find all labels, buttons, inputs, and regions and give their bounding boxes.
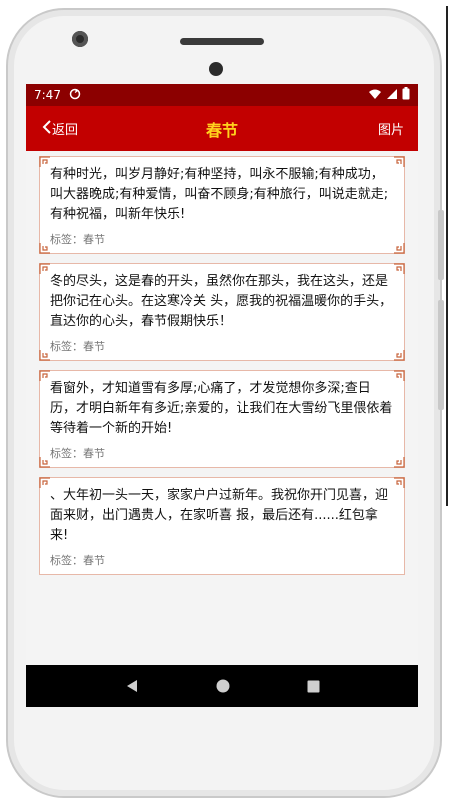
corner-ornament-icon	[39, 263, 50, 274]
corner-ornament-icon	[394, 156, 405, 167]
corner-ornament-icon	[39, 457, 50, 468]
card-text: 冬的尽头，这是春的开头，虽然你在那头，我在这头，还是把你记在心头。在这寒冷关 头…	[50, 274, 393, 329]
corner-ornament-icon	[394, 370, 405, 381]
corner-ornament-icon	[394, 457, 405, 468]
card-tag: 标签：春节	[50, 554, 105, 567]
list-item[interactable]: 冬的尽头，这是春的开头，虽然你在那头，我在这头，还是把你记在心头。在这寒冷关 头…	[39, 263, 405, 361]
battery-icon	[402, 87, 410, 103]
chevron-left-icon	[42, 119, 52, 138]
status-bar: 7:47	[26, 84, 418, 106]
corner-ornament-icon	[39, 477, 50, 488]
list-item[interactable]: 、大年初一头一天，家家户户过新年。我祝你开门见喜，迎面来财，出门遇贵人，在家听喜…	[39, 477, 405, 575]
volume-button	[438, 300, 444, 410]
signal-icon	[386, 88, 398, 103]
window-edge	[446, 6, 448, 506]
page-title: 春节	[205, 120, 238, 140]
wifi-icon	[368, 88, 382, 103]
app-bar: 返回 春节 图片	[26, 106, 418, 151]
list-item[interactable]: 看窗外，才知道雪有多厚;心痛了，才发觉想你多深;查日历，才明白新年有多近;亲爱的…	[39, 370, 405, 468]
system-nav-bar	[26, 665, 418, 707]
home-circle-icon[interactable]	[216, 679, 230, 693]
card-text: 、大年初一头一天，家家户户过新年。我祝你开门见喜，迎面来财，出门遇贵人，在家听喜…	[50, 488, 389, 543]
screen: 7:47 返回 春节 图片 有种时光，叫岁月静好;有种坚持，叫永不服输;有种成功…	[26, 84, 418, 707]
card-tag: 标签：春节	[50, 340, 105, 353]
recents-square-icon[interactable]	[307, 680, 320, 693]
corner-ornament-icon	[39, 350, 50, 361]
corner-ornament-icon	[39, 156, 50, 167]
back-label: 返回	[52, 123, 79, 138]
status-time: 7:47	[34, 88, 61, 102]
power-button	[438, 210, 444, 280]
list-item[interactable]: 有种时光，叫岁月静好;有种坚持，叫永不服输;有种成功，叫大器晚成;有种爱情，叫奋…	[39, 156, 405, 254]
card-text: 看窗外，才知道雪有多厚;心痛了，才发觉想你多深;查日历，才明白新年有多近;亲爱的…	[50, 381, 393, 436]
card-tag: 标签：春节	[50, 447, 105, 460]
sync-icon	[69, 88, 81, 103]
card-list: 有种时光，叫岁月静好;有种坚持，叫永不服输;有种成功，叫大器晚成;有种爱情，叫奋…	[26, 151, 418, 575]
corner-ornament-icon	[39, 370, 50, 381]
corner-ornament-icon	[39, 243, 50, 254]
image-button[interactable]: 图片	[378, 119, 404, 138]
proximity-sensor	[209, 62, 223, 76]
corner-ornament-icon	[394, 243, 405, 254]
corner-ornament-icon	[394, 477, 405, 488]
earpiece-speaker	[180, 38, 264, 45]
card-text: 有种时光，叫岁月静好;有种坚持，叫永不服输;有种成功，叫大器晚成;有种爱情，叫奋…	[50, 167, 389, 222]
front-camera	[72, 31, 88, 47]
back-triangle-icon[interactable]	[125, 679, 139, 693]
corner-ornament-icon	[394, 350, 405, 361]
back-button[interactable]: 返回	[42, 119, 78, 138]
card-tag: 标签：春节	[50, 233, 105, 246]
corner-ornament-icon	[394, 263, 405, 274]
